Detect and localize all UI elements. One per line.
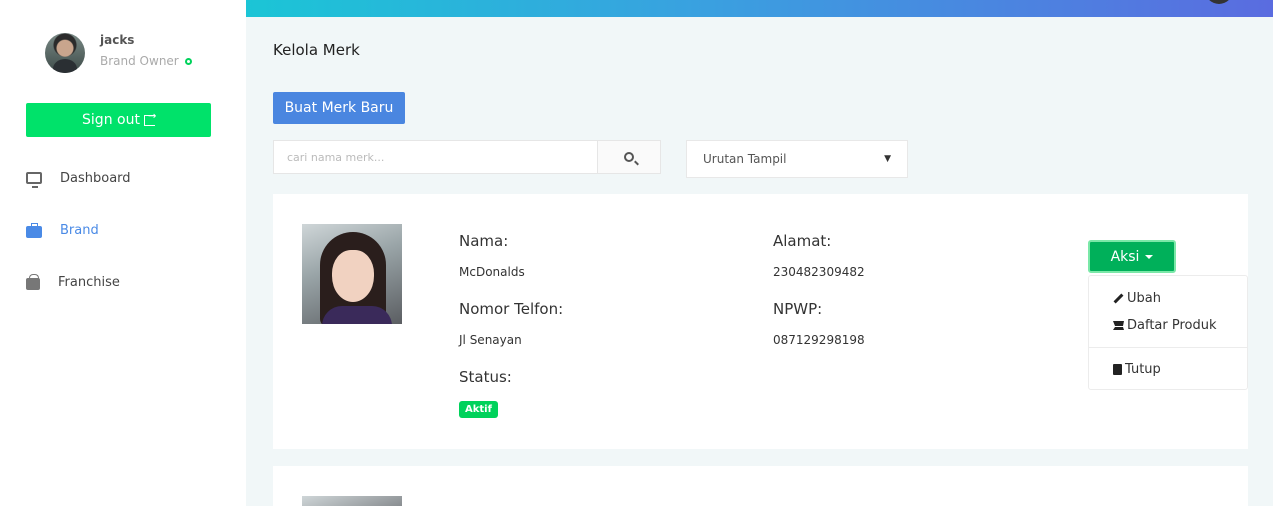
status-label: Status: xyxy=(459,368,512,386)
sidebar-item-label: Brand xyxy=(60,222,99,238)
status-badge: Aktif xyxy=(459,401,498,418)
header-avatar[interactable] xyxy=(1205,0,1233,4)
search-input[interactable] xyxy=(273,140,598,174)
npwp-label: NPWP: xyxy=(773,300,823,318)
caret-down-icon xyxy=(1145,254,1154,259)
sidebar-item-label: Dashboard xyxy=(60,170,131,186)
sidebar: jacks Brand Owner Sign out Dashboard Bra… xyxy=(0,0,246,506)
sign-out-label: Sign out xyxy=(82,112,140,128)
pencil-icon xyxy=(1113,293,1124,304)
briefcase-icon xyxy=(26,222,42,238)
sort-select[interactable]: Urutan Tampil ▼ xyxy=(686,140,908,178)
menu-divider xyxy=(1089,347,1247,348)
sidebar-item-franchise[interactable]: Franchise xyxy=(26,272,120,292)
action-dropdown-button[interactable]: Aksi xyxy=(1088,240,1176,273)
brand-photo xyxy=(302,496,402,506)
sign-out-icon xyxy=(143,111,156,126)
telfon-value: Jl Senayan xyxy=(459,333,522,347)
menu-item-close[interactable]: Tutup xyxy=(1113,360,1161,378)
user-role-label: Brand Owner xyxy=(100,54,179,68)
sign-out-button[interactable]: Sign out xyxy=(26,103,211,137)
online-status-icon xyxy=(184,58,192,65)
user-name: jacks xyxy=(100,33,135,47)
avatar xyxy=(45,33,85,73)
menu-item-product-list[interactable]: Daftar Produk xyxy=(1113,316,1217,334)
action-dropdown-menu: Ubah Daftar Produk Tutup xyxy=(1088,275,1248,390)
cart-icon xyxy=(1113,320,1124,330)
trash-icon xyxy=(1113,363,1122,375)
nama-label: Nama: xyxy=(459,232,509,250)
nama-value: McDonalds xyxy=(459,265,525,279)
action-button-label: Aksi xyxy=(1110,248,1140,265)
user-role: Brand Owner xyxy=(100,54,192,68)
brand-card xyxy=(273,466,1248,506)
create-brand-button[interactable]: Buat Merk Baru xyxy=(273,92,405,124)
shopping-bag-icon xyxy=(26,273,40,290)
sort-select-value: Urutan Tampil xyxy=(703,152,787,166)
alamat-value: 230482309482 xyxy=(773,265,865,279)
caret-down-icon: ▼ xyxy=(884,154,891,164)
npwp-value: 087129298198 xyxy=(773,333,865,347)
search-icon xyxy=(624,152,634,162)
sidebar-item-brand[interactable]: Brand xyxy=(26,220,99,240)
sidebar-item-dashboard[interactable]: Dashboard xyxy=(26,168,131,188)
page-title: Kelola Merk xyxy=(273,41,360,59)
alamat-label: Alamat: xyxy=(773,232,832,250)
monitor-icon xyxy=(26,172,42,188)
menu-item-label: Ubah xyxy=(1127,290,1161,306)
search-button[interactable] xyxy=(597,140,661,174)
menu-item-label: Tutup xyxy=(1125,361,1161,377)
sidebar-item-label: Franchise xyxy=(58,274,120,290)
telfon-label: Nomor Telfon: xyxy=(459,300,564,318)
brand-photo xyxy=(302,224,402,324)
menu-item-edit[interactable]: Ubah xyxy=(1113,289,1161,307)
menu-item-label: Daftar Produk xyxy=(1127,317,1217,333)
top-header-bar xyxy=(246,0,1273,17)
